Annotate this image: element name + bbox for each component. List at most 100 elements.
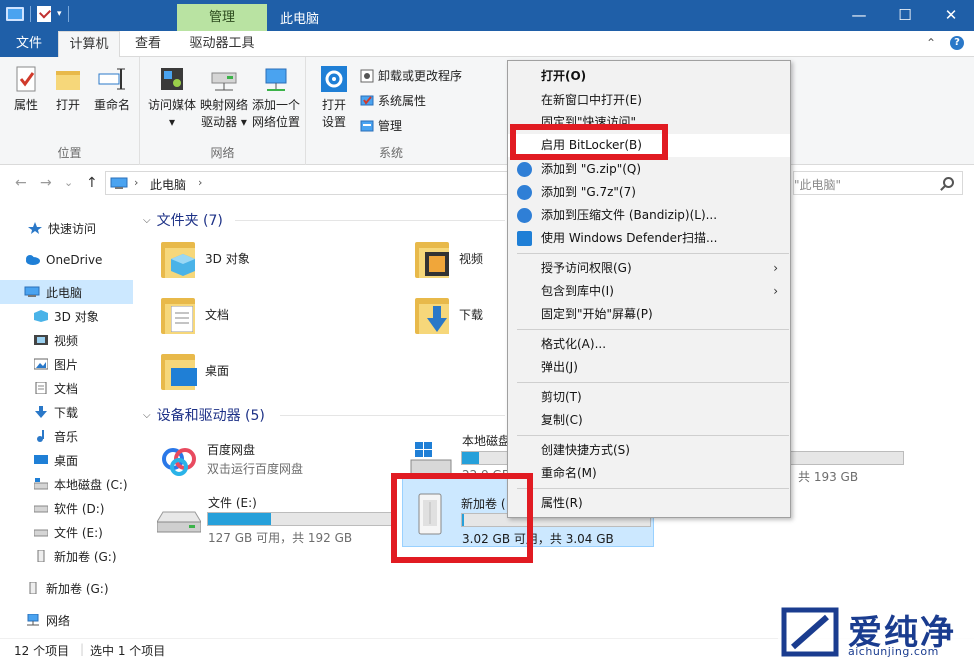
sidebar-item-onedrive[interactable]: OneDrive (0, 248, 133, 272)
menu-item-create-shortcut[interactable]: 创建快捷方式(S) (508, 439, 790, 462)
manage-button[interactable]: 管理 (360, 117, 402, 134)
sidebar-item-desktop[interactable]: 桌面 (0, 448, 133, 472)
close-button[interactable]: ✕ (928, 0, 974, 31)
folder-videos[interactable]: 视频 (411, 236, 483, 280)
watermark-logo-icon (781, 607, 839, 657)
menu-item-copy[interactable]: 复制(C) (508, 409, 790, 432)
folder-documents[interactable]: 文档 (157, 292, 229, 336)
folder-desktop[interactable]: 桌面 (157, 348, 229, 392)
cloud-icon (24, 254, 40, 266)
drive-e-usage-bar (207, 512, 393, 526)
menu-separator (517, 382, 789, 383)
manage-icon (360, 119, 374, 133)
help-icon[interactable]: ? (950, 36, 964, 50)
properties-button[interactable]: 属性 (8, 65, 44, 114)
sidebar-item-videos[interactable]: 视频 (0, 328, 133, 352)
sidebar-item-this-pc[interactable]: 此电脑 (0, 280, 133, 304)
quick-access-toolbar: ▾ (6, 6, 69, 22)
menu-item-add-to-zip[interactable]: 添加到 "G.zip"(Q) (508, 158, 790, 181)
open-settings-button[interactable]: 打开 设置 (314, 65, 354, 131)
sidebar-item-drive-d[interactable]: 软件 (D:) (0, 496, 133, 520)
menu-item-add-to-7z[interactable]: 添加到 "G.7z"(7) (508, 181, 790, 204)
search-icon[interactable] (943, 177, 954, 188)
tab-view[interactable]: 查看 (124, 31, 172, 57)
folder-3d-objects[interactable]: 3D 对象 (157, 236, 250, 280)
sidebar-item-pictures[interactable]: 图片 (0, 352, 133, 376)
chevron-down-icon[interactable]: ⌵ (143, 410, 151, 421)
minimize-button[interactable]: — (836, 0, 882, 31)
ribbon: 属性 打开 重命名 位置 访问媒体 ▾ 映射网络 驱动器 ▾ 添加一个 网络位置… (0, 57, 974, 165)
menu-item-pin-start[interactable]: 固定到"开始"屏幕(P) (508, 303, 790, 326)
menu-item-add-to-archive[interactable]: 添加到压缩文件 (Bandizip)(L)... (508, 204, 790, 227)
sidebar-item-quick-access[interactable]: 快速访问 (0, 216, 133, 240)
windows-drive-icon (33, 478, 49, 490)
sidebar-item-drive-g-root[interactable]: 新加卷 (G:) (0, 576, 133, 600)
uninstall-program-button[interactable]: 卸载或更改程序 (360, 67, 462, 84)
system-properties-button[interactable]: 系统属性 (360, 92, 426, 109)
menu-item-eject[interactable]: 弹出(J) (508, 356, 790, 379)
computer-icon (24, 286, 40, 298)
recent-locations-chevron-icon[interactable]: ⌄ (64, 176, 73, 189)
menu-separator (517, 488, 789, 489)
status-selected-count: 选中 1 个项目 (90, 644, 166, 658)
tab-drive-tools[interactable]: 驱动器工具 (180, 31, 264, 57)
sidebar-item-drive-g[interactable]: 新加卷 (G:) (0, 544, 133, 568)
menu-item-defender-scan[interactable]: 使用 Windows Defender扫描... (508, 227, 790, 250)
open-button[interactable]: 打开 (50, 65, 86, 114)
folder-download-icon (411, 292, 455, 336)
drive-software-d[interactable]: 共 193 GB (790, 450, 905, 486)
access-media-button[interactable]: 访问媒体 ▾ (144, 65, 200, 131)
menu-separator (517, 253, 789, 254)
properties-check-icon[interactable] (37, 6, 51, 22)
system-properties-icon (360, 94, 374, 108)
baidu-cloud-icon (157, 437, 201, 484)
sidebar-item-documents[interactable]: 文档 (0, 376, 133, 400)
rename-button[interactable]: 重命名 (90, 65, 134, 114)
tab-file[interactable]: 文件 (0, 31, 58, 57)
menu-item-open[interactable]: 打开(O) (508, 65, 790, 88)
computer-icon[interactable] (6, 7, 24, 21)
menu-item-rename[interactable]: 重命名(M) (508, 462, 790, 485)
menu-item-cut[interactable]: 剪切(T) (508, 386, 790, 409)
drives-section-header[interactable]: ⌵ 设备和驱动器 (5) (143, 405, 265, 425)
section-divider (235, 220, 505, 221)
back-arrow-icon[interactable]: ← (15, 175, 27, 191)
menu-item-include-library[interactable]: 包含到库中(I) › (508, 280, 790, 303)
sidebar-item-music[interactable]: 音乐 (0, 424, 133, 448)
sidebar-item-drive-c[interactable]: 本地磁盘 (C:) (0, 472, 133, 496)
usb-drive-icon (34, 549, 48, 563)
sidebar-item-3d-objects[interactable]: 3D 对象 (0, 304, 133, 328)
folder-desktop-icon (157, 348, 201, 392)
menu-item-format[interactable]: 格式化(A)... (508, 333, 790, 356)
up-arrow-icon[interactable]: ↑ (86, 175, 98, 191)
menu-item-properties[interactable]: 属性(R) (508, 492, 790, 515)
window-controls: — ☐ ✕ (836, 0, 974, 31)
tab-computer[interactable]: 计算机 (58, 31, 120, 58)
context-tab-manage[interactable]: 管理 (177, 4, 267, 31)
customize-toolbar-chevron-icon[interactable]: ▾ (57, 9, 62, 19)
add-network-location-button[interactable]: 添加一个 网络位置 (248, 65, 304, 131)
menu-separator (517, 329, 789, 330)
menu-item-grant-access[interactable]: 授予访问权限(G) › (508, 257, 790, 280)
sidebar-item-network[interactable]: 网络 (0, 608, 133, 632)
forward-arrow-icon[interactable]: → (40, 175, 52, 191)
search-input[interactable]: "此电脑" (794, 176, 841, 193)
menu-item-open-new-window[interactable]: 在新窗口中打开(E) (508, 89, 790, 112)
drive-baidu-netdisk[interactable]: 百度网盘 双击运行百度网盘 (155, 435, 385, 485)
search-box[interactable]: "此电脑" (793, 171, 963, 195)
breadcrumb-separator[interactable]: › (134, 176, 138, 189)
drive-file-e[interactable]: 文件 (E:) 127 GB 可用，共 192 GB (155, 490, 395, 546)
breadcrumb-separator[interactable]: › (198, 176, 202, 189)
folder-downloads[interactable]: 下载 (411, 292, 483, 336)
sidebar-item-downloads[interactable]: 下载 (0, 400, 133, 424)
defender-shield-icon (517, 231, 532, 246)
collapse-ribbon-chevron-icon[interactable]: ⌃ (926, 36, 936, 50)
chevron-down-icon[interactable]: ⌵ (143, 215, 151, 226)
breadcrumb-this-pc[interactable]: 此电脑 (150, 176, 186, 193)
maximize-button[interactable]: ☐ (882, 0, 928, 31)
map-network-drive-button[interactable]: 映射网络 驱动器 ▾ (196, 65, 252, 131)
annotation-highlight-bitlocker (510, 124, 668, 160)
picture-icon (33, 358, 49, 370)
folders-section-header[interactable]: ⌵ 文件夹 (7) (143, 210, 223, 230)
sidebar-item-drive-e[interactable]: 文件 (E:) (0, 520, 133, 544)
